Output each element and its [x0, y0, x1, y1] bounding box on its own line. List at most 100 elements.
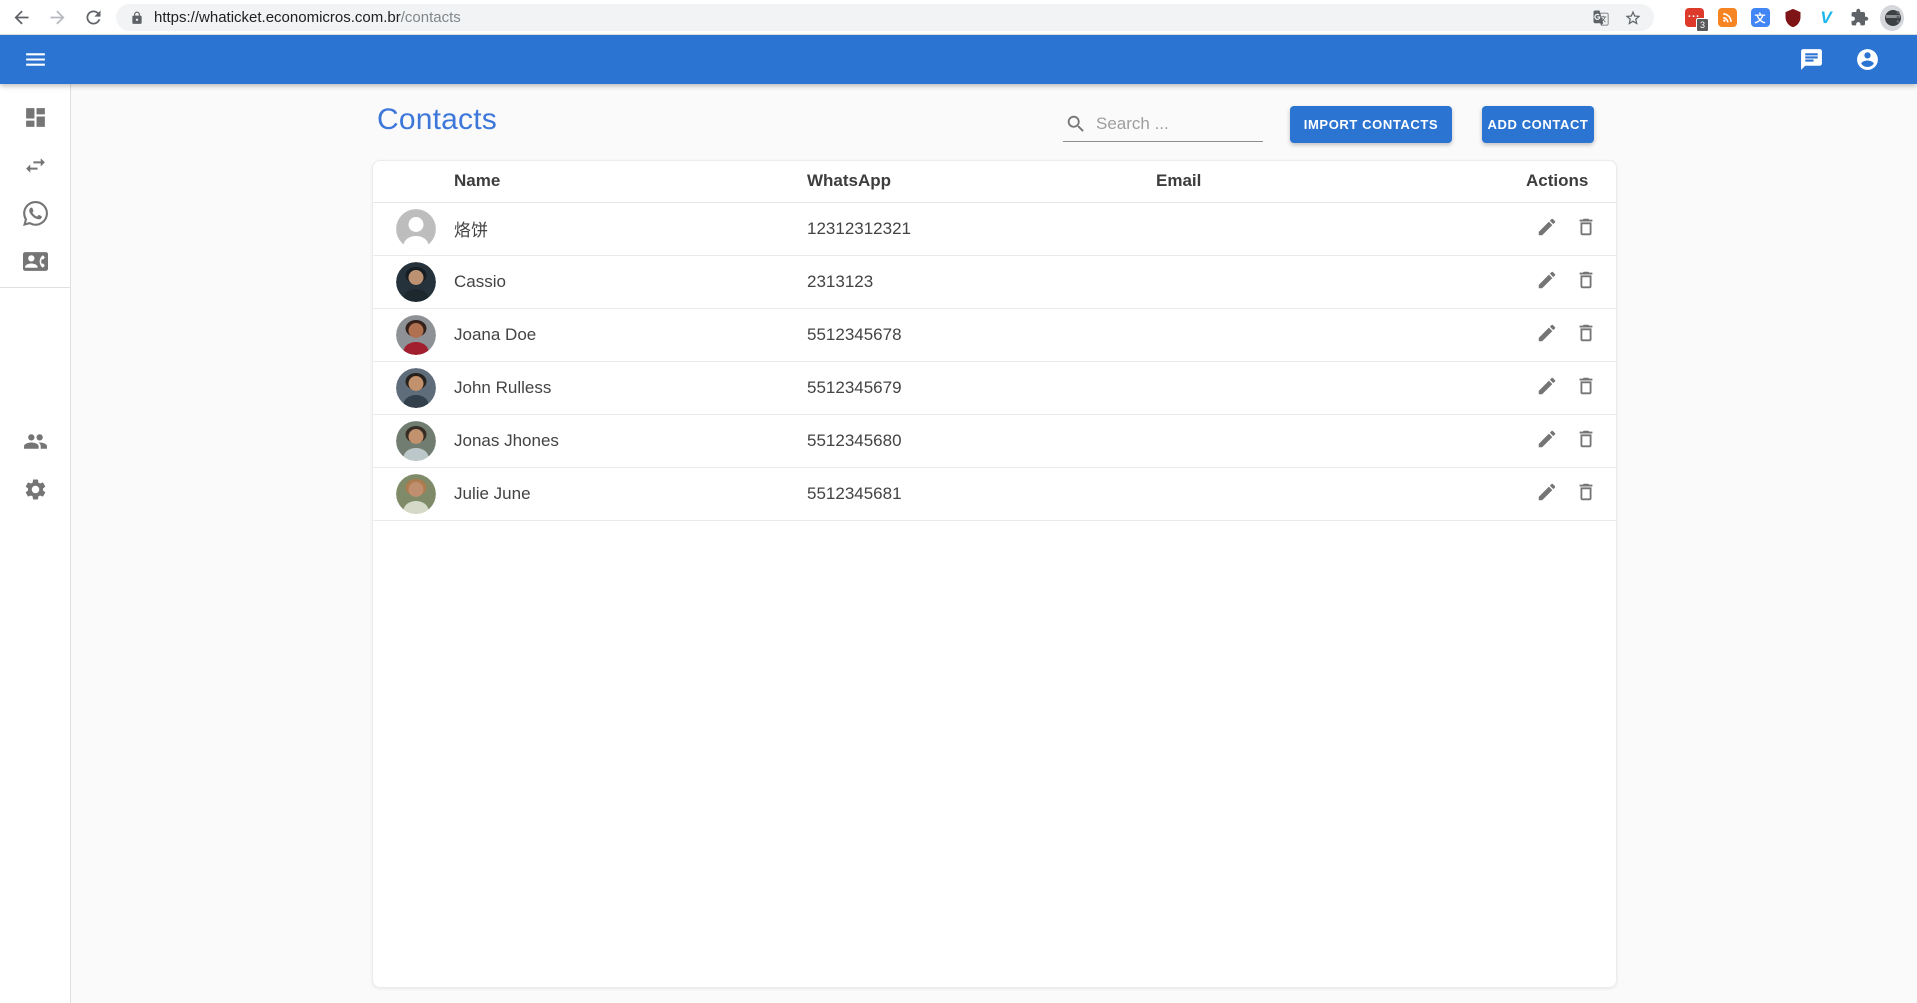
search-input[interactable] [1096, 114, 1246, 138]
sidebar-item-contacts[interactable] [0, 237, 70, 285]
edit-contact-button[interactable] [1534, 479, 1560, 505]
column-header-whatsapp: WhatsApp [807, 161, 1156, 202]
trash-icon [1575, 269, 1597, 291]
app-bar [0, 35, 1917, 84]
contact-name: John Rulless [454, 361, 807, 414]
column-header-actions: Actions [1526, 161, 1617, 202]
contact-avatar [396, 262, 436, 302]
table-row: 烙饼 12312312321 [373, 202, 1617, 255]
hamburger-icon [23, 47, 48, 72]
contact-avatar [396, 209, 436, 249]
edit-contact-button[interactable] [1534, 267, 1560, 293]
account-menu-button[interactable] [1845, 38, 1889, 82]
delete-contact-button[interactable] [1573, 479, 1599, 505]
account-circle-icon [1855, 47, 1880, 72]
extension-translate-button[interactable]: 文 [1748, 6, 1772, 30]
edit-pencil-icon [1536, 428, 1558, 450]
puzzle-icon [1850, 8, 1869, 27]
sidebar-item-users[interactable] [0, 417, 70, 465]
translate-icon [1592, 9, 1610, 27]
trash-icon [1575, 428, 1597, 450]
contact-avatar [396, 315, 436, 355]
contact-whatsapp: 5512345679 [807, 361, 1156, 414]
browser-menu-button[interactable] [1885, 5, 1911, 31]
browser-forward-button[interactable] [44, 4, 71, 31]
whatsapp-icon [23, 201, 48, 226]
sidebar [0, 84, 71, 1003]
delete-contact-button[interactable] [1573, 320, 1599, 346]
search-icon [1065, 113, 1087, 135]
contact-name: Cassio [454, 255, 807, 308]
sidebar-item-settings[interactable] [0, 465, 70, 513]
contact-whatsapp: 5512345680 [807, 414, 1156, 467]
sidebar-item-connections[interactable] [0, 189, 70, 237]
address-bar[interactable]: https://whaticket.economicros.com.br/con… [116, 4, 1654, 31]
url-text: https://whaticket.economicros.com.br/con… [154, 9, 461, 26]
forward-arrow-icon [47, 7, 68, 28]
add-contact-button[interactable]: ADD CONTACT [1482, 106, 1594, 143]
dashboard-icon [23, 105, 48, 130]
contacts-table: Name WhatsApp Email Actions 烙饼 123123123… [373, 161, 1617, 521]
trash-icon [1575, 481, 1597, 503]
more-vert-icon [1889, 8, 1907, 26]
sidebar-item-tickets[interactable] [0, 141, 70, 189]
contacts-table-body: 烙饼 12312312321 Cassio 2 [373, 202, 1617, 520]
trash-icon [1575, 375, 1597, 397]
trash-icon [1575, 322, 1597, 344]
delete-contact-button[interactable] [1573, 426, 1599, 452]
extensions-menu-button[interactable] [1847, 6, 1871, 30]
contact-email [1156, 361, 1526, 414]
google-translate-icon: 文 [1751, 8, 1770, 27]
gear-icon [23, 477, 48, 502]
shield-icon [1783, 8, 1803, 28]
edit-pencil-icon [1536, 481, 1558, 503]
contact-email [1156, 414, 1526, 467]
edit-pencil-icon [1536, 322, 1558, 344]
sidebar-divider [0, 287, 70, 288]
url-path: /contacts [401, 9, 461, 26]
contact-whatsapp: 12312312321 [807, 202, 1156, 255]
contact-name: Julie June [454, 467, 807, 520]
delete-contact-button[interactable] [1573, 267, 1599, 293]
contact-whatsapp: 5512345678 [807, 308, 1156, 361]
extension-vimeo-button[interactable]: V [1814, 6, 1838, 30]
import-contacts-button[interactable]: IMPORT CONTACTS [1290, 106, 1452, 143]
browser-back-button[interactable] [8, 4, 35, 31]
column-header-email: Email [1156, 161, 1526, 202]
extension-badge: 3 [1696, 18, 1709, 32]
edit-contact-button[interactable] [1534, 373, 1560, 399]
edit-contact-button[interactable] [1534, 214, 1560, 240]
edit-pencil-icon [1536, 375, 1558, 397]
table-row: John Rulless 5512345679 [373, 361, 1617, 414]
delete-contact-button[interactable] [1573, 373, 1599, 399]
edit-pencil-icon [1536, 269, 1558, 291]
announcements-button[interactable] [1789, 38, 1833, 82]
translate-page-button[interactable] [1590, 7, 1612, 29]
contact-email [1156, 255, 1526, 308]
contact-email [1156, 202, 1526, 255]
bookmark-star-button[interactable] [1622, 7, 1644, 29]
sidebar-item-dashboard[interactable] [0, 93, 70, 141]
browser-refresh-button[interactable] [80, 4, 107, 31]
delete-contact-button[interactable] [1573, 214, 1599, 240]
trash-icon [1575, 216, 1597, 238]
vimeo-icon: V [1820, 8, 1831, 28]
page-title: Contacts [377, 103, 497, 137]
edit-contact-button[interactable] [1534, 426, 1560, 452]
back-arrow-icon [11, 7, 32, 28]
people-icon [23, 429, 48, 454]
edit-pencil-icon [1536, 216, 1558, 238]
contact-name: Jonas Jhones [454, 414, 807, 467]
extension-red-button[interactable]: ... 3 [1682, 6, 1706, 30]
extension-ublock-button[interactable] [1781, 6, 1805, 30]
chat-icon [1799, 47, 1824, 72]
lock-icon [130, 11, 144, 25]
table-header-row: Name WhatsApp Email Actions [373, 161, 1617, 202]
contact-name: 烙饼 [454, 202, 807, 255]
extension-rss-button[interactable] [1715, 6, 1739, 30]
edit-contact-button[interactable] [1534, 320, 1560, 346]
browser-toolbar: https://whaticket.economicros.com.br/con… [0, 0, 1917, 35]
menu-toggle-button[interactable] [13, 38, 57, 82]
table-row: Joana Doe 5512345678 [373, 308, 1617, 361]
rss-icon [1718, 8, 1737, 27]
